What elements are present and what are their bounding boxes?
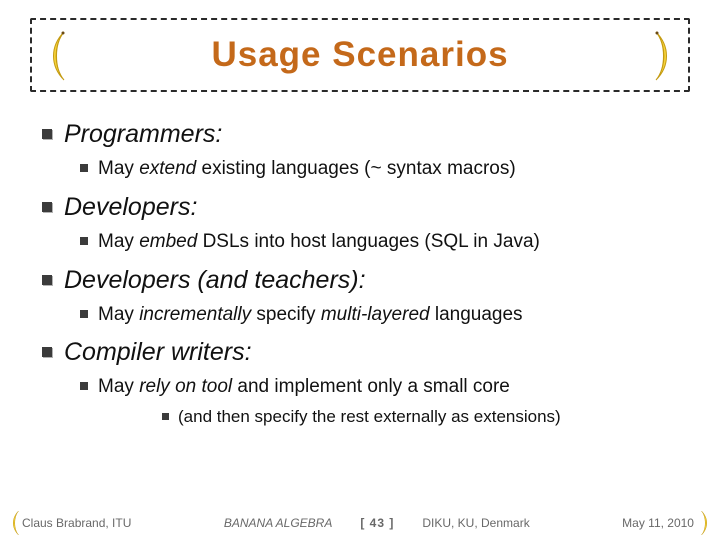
heading-suffix: : [215,120,222,148]
footer-center-group: BANANA ALGEBRA [ 43 ] DIKU, KU, Denmark [224,516,530,530]
footer-author: Claus Brabrand, ITU [22,516,131,530]
heading-text: Developers [64,193,190,221]
footer-date: May 11, 2010 [622,516,694,530]
point-mid: specify [251,304,321,325]
content-body: Programmers: May extend existing languag… [42,108,682,427]
footer-center: BANANA ALGEBRA [224,516,332,530]
heading-programmers: Programmers: [42,120,682,149]
heading-text: Compiler writers [64,338,245,366]
footer-affil: DIKU, KU, Denmark [422,516,529,530]
heading-tail: (and teachers): [190,266,365,294]
heading-developers: Developers: [42,193,682,222]
point-pre: May [98,158,139,179]
point-emph: embed [139,231,197,252]
heading-suffix: : [190,193,197,221]
point-pre: May [98,231,139,252]
point-pre: May [98,376,139,397]
footer: Claus Brabrand, ITU BANANA ALGEBRA [ 43 … [0,506,720,540]
point-emph: extend [139,158,196,179]
point-developers-teachers: May incrementally specify multi-layered … [80,303,682,327]
point-emph: rely on tool [139,376,232,397]
point-pre: May [98,304,139,325]
subpoint-compiler-writers: (and then specify the rest externally as… [162,407,682,427]
title-box: Usage Scenarios [30,18,690,92]
slide-title: Usage Scenarios [211,35,508,75]
banana-icon [40,28,74,84]
point-post: languages [430,304,523,325]
point-emph: incrementally [139,304,251,325]
point-post: and implement only a small core [232,376,510,397]
slide: Usage Scenarios Programmers: May extend … [0,0,720,540]
footer-page: [ 43 ] [360,516,394,530]
heading-text: Programmers [64,120,215,148]
point-compiler-writers: May rely on tool and implement only a sm… [80,375,682,399]
point-post: DSLs into host languages (SQL in Java) [197,231,540,252]
heading-compiler-writers: Compiler writers: [42,338,682,367]
point-programmers: May extend existing languages (~ syntax … [80,157,682,181]
heading-suffix: : [245,338,252,366]
banana-icon [646,28,680,84]
heading-developers-teachers: Developers (and teachers): [42,266,682,295]
point-developers: May embed DSLs into host languages (SQL … [80,230,682,254]
point-post: existing languages (~ syntax macros) [196,158,515,179]
heading-text: Developers [64,266,190,294]
point-emph2: multi-layered [321,304,430,325]
